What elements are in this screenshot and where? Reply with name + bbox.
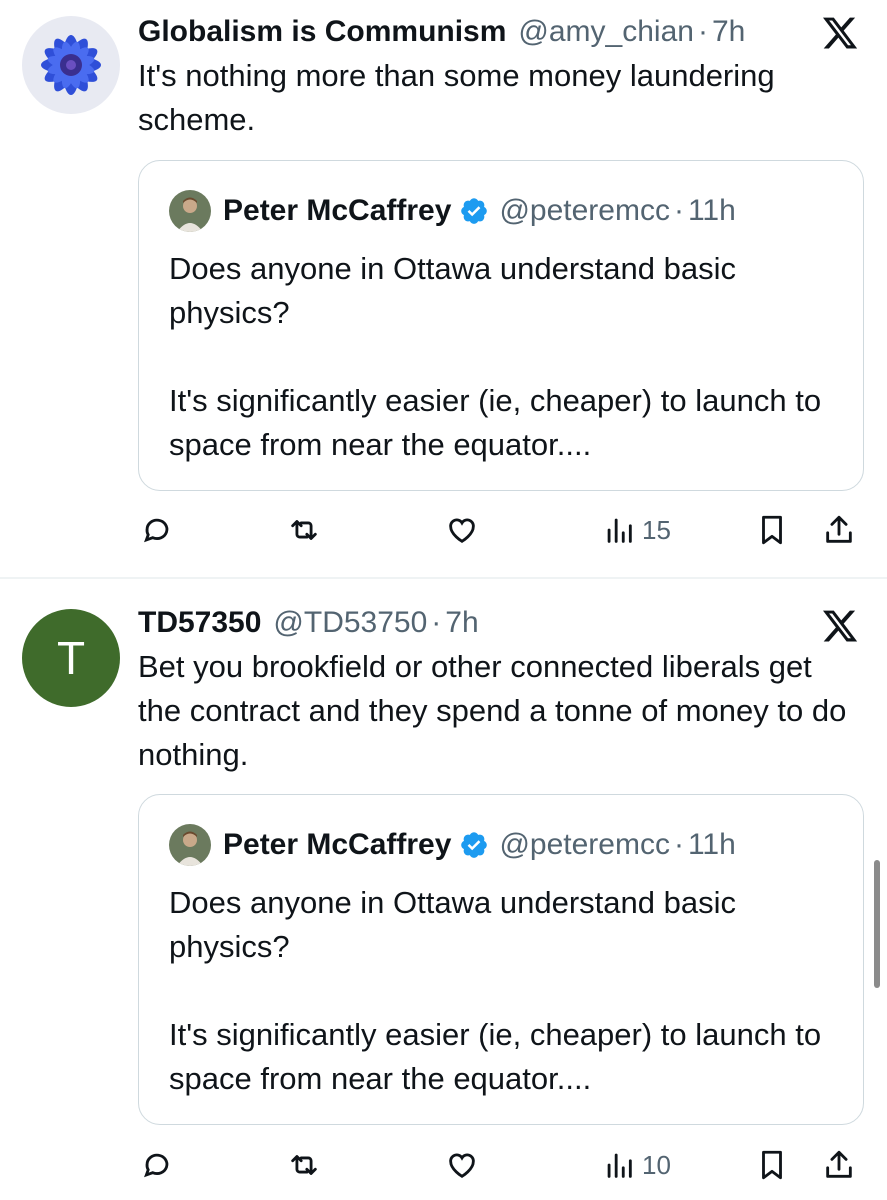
reply-button[interactable] [140, 510, 174, 550]
scrollbar[interactable] [874, 860, 880, 988]
quote-text: Does anyone in Ottawa understand basic p… [169, 881, 829, 1101]
views-icon [607, 518, 632, 543]
views-icon [607, 1153, 632, 1178]
like-icon [449, 518, 475, 543]
quote-author-name[interactable]: Peter McCaffrey [223, 828, 451, 862]
verified-badge-icon [461, 198, 488, 224]
quote-timestamp[interactable]: 11h [688, 828, 736, 862]
bookmark-button[interactable] [755, 1145, 789, 1185]
avatar-letter[interactable]: T [22, 609, 120, 707]
avatar-flower[interactable] [22, 16, 120, 114]
repost-button[interactable] [287, 510, 321, 550]
cornflower-avatar-image [22, 16, 120, 114]
share-icon [826, 1150, 852, 1178]
quote-text: Does anyone in Ottawa understand basic p… [169, 247, 829, 467]
repost-button[interactable] [287, 1145, 321, 1185]
separator-dot: · [431, 606, 442, 639]
bookmark-button[interactable] [755, 510, 789, 550]
action-bar: 10 [0, 1145, 887, 1185]
quoted-tweet[interactable]: Peter McCaffrey @peteremcc · 11h Does an… [138, 794, 864, 1125]
author-name[interactable]: TD57350 [138, 606, 261, 640]
quote-avatar [169, 190, 211, 232]
quote-author-handle[interactable]: @peteremcc [499, 194, 670, 228]
tweet-header: Globalism is Communism @amy_chian · 7h [138, 12, 745, 52]
person-avatar-image [169, 824, 211, 866]
views-button[interactable]: 15 [602, 510, 671, 550]
tweet-text: Bet you brookfield or other connected li… [138, 649, 847, 772]
verified-badge-icon [461, 832, 488, 858]
separator-dot: · [673, 194, 684, 227]
author-handle[interactable]: @TD53750 [273, 606, 427, 640]
tweet[interactable]: Globalism is Communism @amy_chian · 7h I… [0, 0, 887, 578]
quote-header: Peter McCaffrey @peteremcc · 11h [169, 824, 736, 866]
quote-header: Peter McCaffrey @peteremcc · 11h [169, 190, 736, 232]
separator-dot: · [673, 828, 684, 861]
author-name[interactable]: Globalism is Communism [138, 15, 506, 49]
bookmark-icon [762, 515, 782, 545]
x-logo-icon [822, 610, 858, 642]
views-button[interactable]: 10 [602, 1145, 671, 1185]
quote-author-handle[interactable]: @peteremcc [499, 828, 670, 862]
quote-paragraph: It's significantly easier (ie, cheaper) … [169, 383, 822, 462]
share-button[interactable] [822, 510, 856, 550]
bookmark-icon [762, 1150, 782, 1180]
reply-icon [144, 518, 169, 543]
views-count: 10 [642, 1149, 671, 1180]
share-button[interactable] [822, 1145, 856, 1185]
tweet-header: TD57350 @TD53750 · 7h [138, 603, 479, 643]
quote-paragraph: Does anyone in Ottawa understand basic p… [169, 251, 736, 330]
tweet-text: It's nothing more than some money launde… [138, 58, 775, 137]
reply-button[interactable] [140, 1145, 174, 1185]
x-logo-icon [822, 17, 858, 49]
views-count: 15 [642, 514, 671, 545]
person-avatar-image [169, 190, 211, 232]
tweet[interactable]: T TD57350 @TD53750 · 7h Bet you brookfie… [0, 579, 887, 1200]
quoted-tweet[interactable]: Peter McCaffrey @peteremcc · 11h Does an… [138, 160, 864, 491]
timestamp[interactable]: 7h [712, 15, 745, 49]
avatar-initial: T [56, 632, 86, 684]
repost-icon [291, 520, 317, 540]
quote-paragraph: Does anyone in Ottawa understand basic p… [169, 885, 736, 964]
quote-avatar [169, 824, 211, 866]
like-icon [449, 1153, 475, 1178]
quote-author-name[interactable]: Peter McCaffrey [223, 194, 451, 228]
reply-icon [144, 1153, 169, 1178]
quote-timestamp[interactable]: 11h [688, 194, 736, 228]
timestamp[interactable]: 7h [445, 606, 478, 640]
like-button[interactable] [445, 1145, 479, 1185]
share-icon [826, 515, 852, 543]
separator-dot: · [697, 15, 708, 48]
like-button[interactable] [445, 510, 479, 550]
author-handle[interactable]: @amy_chian [518, 15, 694, 49]
action-bar: 15 [0, 510, 887, 550]
quote-paragraph: It's significantly easier (ie, cheaper) … [169, 1017, 822, 1096]
repost-icon [291, 1155, 317, 1175]
